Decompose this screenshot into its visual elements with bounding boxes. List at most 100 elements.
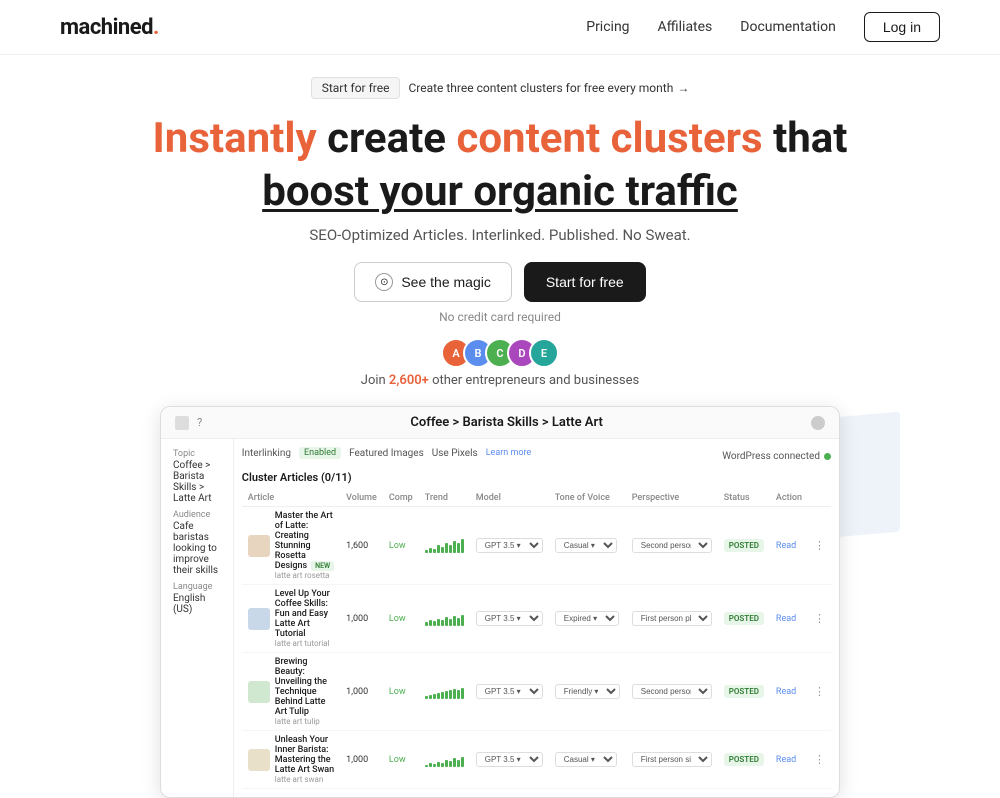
tone-select[interactable]: Expired ▾ (555, 611, 619, 626)
hero-heading-line2: boost your organic traffic (20, 167, 980, 216)
more-icon[interactable]: ⋮ (814, 612, 825, 625)
trend-bar-segment (425, 765, 428, 767)
trend-bar-segment (441, 547, 444, 553)
trend-bar-segment (449, 545, 452, 553)
perspective-cell: First person singular (I, m... (626, 731, 718, 789)
trend-bar-segment (429, 620, 432, 626)
dash-question[interactable]: ? (197, 416, 202, 429)
tone-cell: Casual ▾ (549, 507, 626, 585)
col-trend: Trend (419, 490, 470, 507)
featured-images-value: Use Pixels (432, 448, 478, 459)
banner-tag: Start for free (311, 77, 401, 99)
posted-badge: POSTED (724, 685, 764, 698)
col-status: Status (718, 490, 770, 507)
action-cell[interactable]: Read (770, 507, 808, 585)
model-select[interactable]: GPT 3.5 ▾ (476, 611, 543, 626)
article-sub: latte art tutorial (275, 639, 334, 648)
more-icon[interactable]: ⋮ (814, 685, 825, 698)
trend-bar-segment (449, 619, 452, 626)
comp-cell: Low (383, 731, 419, 789)
trend-bar-segment (433, 764, 436, 767)
comp-cell: Low (383, 507, 419, 585)
see-magic-button[interactable]: ⊙ See the magic (354, 262, 512, 302)
trend-bar-segment (457, 760, 460, 767)
read-link[interactable]: Read (776, 541, 796, 551)
tone-select[interactable]: Casual ▾ (555, 752, 617, 767)
article-sub: latte art swan (275, 775, 334, 784)
hero-heading-line1: Instantly create content clusters that (20, 115, 980, 163)
read-link[interactable]: Read (776, 614, 796, 624)
model-select[interactable]: GPT 3.5 ▾ (476, 752, 543, 767)
table-row: Brewing Beauty: Unveiling the Technique … (242, 653, 831, 731)
topic-label: Topic (173, 449, 221, 459)
trend-bar-segment (437, 693, 440, 699)
trend-cell (419, 731, 470, 789)
perspective-select[interactable]: Second person (you, your... (632, 538, 712, 553)
more-cell[interactable]: ⋮ (808, 507, 831, 585)
cluster-header: Cluster Articles (0/11) (242, 471, 831, 484)
perspective-cell: Second person (you, your... (626, 653, 718, 731)
action-cell[interactable]: Read (770, 731, 808, 789)
trend-bar-segment (457, 690, 460, 699)
dash-top-bar: Interlinking Enabled Featured Images Use… (242, 447, 831, 465)
trend-bar-segment (449, 690, 452, 699)
perspective-cell: First person plural (we, us... (626, 585, 718, 653)
trend-bar-segment (453, 616, 456, 626)
no-credit-text: No credit card required (20, 310, 980, 324)
perspective-select[interactable]: Second person (you, your... (632, 684, 712, 699)
read-link[interactable]: Read (776, 687, 796, 697)
see-magic-label: See the magic (401, 274, 491, 290)
avatar-5: E (529, 338, 559, 368)
language-field: Language English (US) (173, 582, 221, 615)
close-icon[interactable] (811, 416, 825, 430)
article-thumb (248, 749, 270, 771)
login-button[interactable]: Log in (864, 12, 940, 42)
perspective-select[interactable]: First person singular (I, m... (632, 752, 712, 767)
trend-bar-segment (461, 688, 464, 699)
trend-bar-segment (425, 622, 428, 626)
audience-label: Audience (173, 510, 221, 520)
wp-connected: WordPress connected (722, 451, 831, 462)
logo-dot: . (153, 15, 159, 40)
article-title: Unleash Your Inner Barista: Mastering th… (275, 735, 334, 775)
dash-icon (175, 416, 189, 430)
col-model: Model (470, 490, 549, 507)
table-row: Master the Art of Latte: Creating Stunni… (242, 507, 831, 585)
action-cell[interactable]: Read (770, 653, 808, 731)
more-cell[interactable]: ⋮ (808, 585, 831, 653)
trend-cell (419, 653, 470, 731)
model-cell: GPT 3.5 ▾ (470, 585, 549, 653)
status-cell: POSTED (718, 653, 770, 731)
start-free-button[interactable]: Start for free (524, 262, 646, 302)
tone-select[interactable]: Casual ▾ (555, 538, 617, 553)
col-tone: Tone of Voice (549, 490, 626, 507)
model-select[interactable]: GPT 3.5 ▾ (476, 684, 543, 699)
table-row: Unleash Your Inner Barista: Mastering th… (242, 731, 831, 789)
audience-field: Audience Cafe baristas looking to improv… (173, 510, 221, 576)
col-volume: Volume (340, 490, 383, 507)
hero-word-instantly: Instantly (153, 114, 317, 163)
featured-images-label: Featured Images (349, 448, 424, 459)
trend-bar-segment (429, 763, 432, 767)
banner-link[interactable]: Create three content clusters for free e… (408, 81, 689, 95)
more-icon[interactable]: ⋮ (814, 539, 825, 552)
tone-select[interactable]: Friendly ▾ (555, 684, 620, 699)
more-icon[interactable]: ⋮ (814, 753, 825, 766)
trend-cell (419, 585, 470, 653)
action-cell[interactable]: Read (770, 585, 808, 653)
article-thumb (248, 535, 270, 557)
more-cell[interactable]: ⋮ (808, 653, 831, 731)
tone-cell: Expired ▾ (549, 585, 626, 653)
read-link[interactable]: Read (776, 755, 796, 765)
model-select[interactable]: GPT 3.5 ▾ (476, 538, 543, 553)
learn-more-link[interactable]: Learn more (486, 448, 532, 458)
trend-bar-segment (425, 696, 428, 699)
trend-bar-segment (453, 758, 456, 767)
more-cell[interactable]: ⋮ (808, 731, 831, 789)
nav-documentation[interactable]: Documentation (740, 19, 836, 35)
trend-bar-segment (457, 543, 460, 553)
nav-affiliates[interactable]: Affiliates (658, 19, 713, 35)
nav-pricing[interactable]: Pricing (586, 19, 629, 35)
perspective-select[interactable]: First person plural (we, us... (632, 611, 712, 626)
dashboard-content: Topic Coffee > Barista Skills > Latte Ar… (161, 439, 839, 797)
